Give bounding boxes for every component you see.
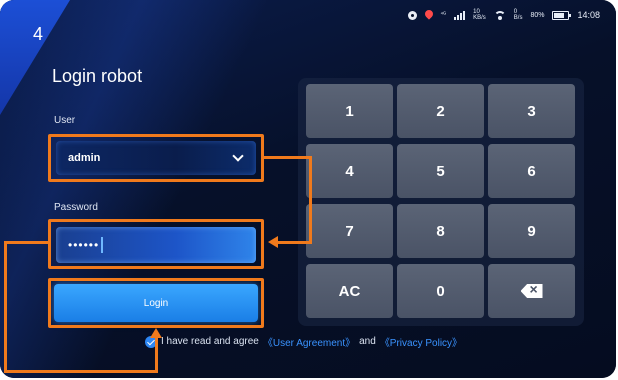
- user-select-value: admin: [68, 152, 101, 164]
- key-ac[interactable]: AC: [306, 264, 393, 318]
- upload-speed: 0 B/s: [514, 9, 523, 21]
- key-9[interactable]: 9: [488, 204, 575, 258]
- agreement-row: I have read and agree 《User Agreement》 a…: [145, 334, 462, 349]
- key-6[interactable]: 6: [488, 144, 575, 198]
- key-4[interactable]: 4: [306, 144, 393, 198]
- step-number: 4: [33, 24, 44, 44]
- battery-icon: [552, 10, 572, 20]
- user-agreement-link[interactable]: 《User Agreement》: [263, 334, 355, 349]
- wifi-icon: [493, 10, 506, 20]
- key-backspace[interactable]: [488, 264, 575, 318]
- key-8[interactable]: 8: [397, 204, 484, 258]
- location-pin-icon: [425, 10, 433, 20]
- backspace-icon: [520, 284, 543, 298]
- password-value: ••••••: [68, 238, 100, 252]
- cellular-signal-icon: [454, 10, 466, 20]
- privacy-policy-link[interactable]: 《Privacy Policy》: [380, 334, 462, 349]
- battery-percent: 80%: [530, 11, 545, 19]
- user-label: User: [54, 115, 76, 126]
- status-bar: ⁴ᴳ 10 KB/s 0 B/s 80% 14:08: [407, 9, 600, 21]
- key-1[interactable]: 1: [306, 84, 393, 138]
- agreement-text: I have read and agree: [161, 336, 259, 347]
- agreement-and: and: [359, 336, 376, 347]
- password-label: Password: [54, 202, 98, 213]
- arrow-left-icon: [268, 236, 278, 248]
- download-speed: 10 KB/s: [473, 9, 486, 21]
- user-select[interactable]: admin: [56, 141, 256, 175]
- signal-label: ⁴ᴳ: [440, 12, 447, 18]
- password-field[interactable]: ••••••: [56, 227, 256, 263]
- numeric-keypad: 1 2 3 4 5 6 7 8 9 AC 0: [298, 78, 584, 326]
- key-3[interactable]: 3: [488, 84, 575, 138]
- chevron-down-icon: [232, 150, 244, 162]
- clock: 14:08: [577, 10, 600, 20]
- circle-status-icon: [407, 10, 417, 20]
- key-2[interactable]: 2: [397, 84, 484, 138]
- key-0[interactable]: 0: [397, 264, 484, 318]
- key-7[interactable]: 7: [306, 204, 393, 258]
- robot-screen: 4 ⁴ᴳ 10 KB/s 0 B/s 80% 14:08 Login robot U…: [0, 0, 616, 378]
- upload-speed-unit: B/s: [513, 15, 523, 21]
- download-speed-unit: KB/s: [473, 15, 486, 21]
- text-caret: [101, 237, 104, 253]
- key-5[interactable]: 5: [397, 144, 484, 198]
- page-title: Login robot: [52, 66, 143, 86]
- login-button[interactable]: Login: [54, 284, 258, 322]
- arrow-up-icon: [150, 328, 162, 338]
